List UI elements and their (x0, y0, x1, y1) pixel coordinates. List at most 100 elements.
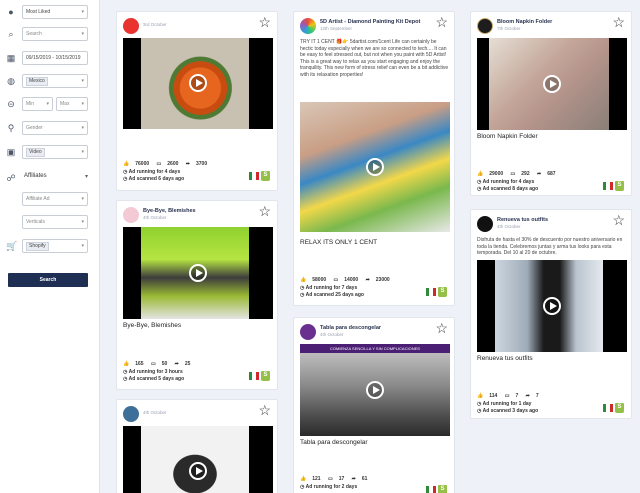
advertiser-name[interactable]: Bloom Napkin Folder (497, 19, 552, 25)
date-range-input[interactable]: 09/15/2019 - 10/15/2019 (22, 51, 88, 65)
ad-scanned: ◷ Ad scanned 5 days ago (123, 376, 184, 383)
ad-video[interactable]: COMIENZA SENCILLA Y SIN COMPLICACIONES (300, 344, 450, 436)
star-icon[interactable]: ☆ (258, 403, 271, 417)
ad-running-text: Ad running for 4 days (482, 179, 535, 185)
play-icon[interactable] (189, 74, 207, 92)
ad-scanned: ◷ Ad scanned 3 days ago (477, 408, 538, 415)
affiliates-label: Affiliates (24, 173, 47, 179)
mexico-flag-icon (249, 372, 259, 380)
star-icon[interactable]: ☆ (258, 15, 271, 29)
ad-card[interactable]: Bloom Napkin Folder 7th October ☆ Bloom … (470, 11, 632, 196)
ad-video[interactable] (477, 38, 627, 130)
advertiser-name[interactable]: 5D Artist - Diamond Painting Kit Depot (320, 19, 420, 25)
star-icon[interactable]: ☆ (435, 15, 448, 29)
ad-running-text: Ad running for 3 hours (128, 369, 183, 375)
ad-description: TRY IT 1 CENT 🎁👉 5dartist.com/1cent Life… (300, 39, 449, 78)
star-icon[interactable]: ☆ (258, 204, 271, 218)
likes-count: 165 (135, 361, 144, 367)
globe-icon: ◍ (7, 76, 15, 86)
like-icon: 👍 (477, 171, 484, 177)
ad-card[interactable]: 4th October ☆ (116, 399, 278, 493)
ad-date: 4th October (143, 215, 167, 220)
star-icon[interactable]: ☆ (612, 15, 625, 29)
search-input[interactable]: Search ▾ (22, 27, 88, 41)
avatar[interactable] (300, 18, 316, 34)
min-input[interactable]: Min ▾ (22, 97, 53, 111)
ad-video[interactable] (477, 260, 627, 352)
card-header: Bloom Napkin Folder 7th October ☆ (477, 15, 625, 36)
advertiser-name[interactable]: Bye-Bye, Blemishes (143, 208, 196, 214)
calendar-icon: ▦ (6, 53, 16, 63)
comments-count: 2600 (167, 161, 179, 167)
ad-video[interactable] (300, 102, 450, 232)
mexico-flag-icon (603, 182, 613, 190)
play-icon[interactable] (366, 158, 384, 176)
gender-select[interactable]: Gender ▾ (22, 121, 88, 135)
max-input[interactable]: Max ▾ (56, 97, 88, 111)
engagement-stats: 👍 114 ▭ 7 ➦ 7 (477, 393, 545, 399)
advertiser-name[interactable]: Tabla para descongelar (320, 325, 381, 331)
ad-title: RELAX ITS ONLY 1 CENT (300, 239, 378, 246)
chevron-down-icon: ▾ (81, 125, 84, 131)
video-banner-text: COMIENZA SENCILLA Y SIN COMPLICACIONES (330, 346, 420, 351)
ad-date: 12th September (320, 26, 353, 31)
ad-card[interactable]: Tabla para descongelar 4th October ☆ COM… (293, 317, 455, 493)
sort-select[interactable]: Most Liked ▾ (22, 5, 88, 19)
avatar[interactable] (477, 216, 493, 232)
avatar[interactable] (477, 18, 493, 34)
play-icon[interactable] (189, 264, 207, 282)
ad-running: ◷ Ad running for 2 days (300, 484, 357, 491)
media-row: ▣ Video ▾ (0, 144, 100, 160)
star-icon[interactable]: ☆ (612, 213, 625, 227)
comment-icon: ▭ (150, 361, 156, 367)
share-icon: ➦ (351, 476, 356, 482)
ad-title: Tabla para descongelar (300, 439, 368, 446)
avatar[interactable] (300, 324, 316, 340)
chevron-down-icon: ▾ (81, 243, 84, 249)
engagement-stats: 👍 165 ▭ 50 ➦ 25 (123, 361, 196, 367)
ad-scanned: ◷ Ad scanned 6 days ago (123, 176, 184, 183)
ad-card[interactable]: Bye-Bye, Blemishes 4th October ☆ Bye-Bye… (116, 200, 278, 390)
like-icon: 👍 (300, 277, 307, 283)
chevron-down-icon[interactable]: ▾ (85, 173, 88, 180)
media-chip[interactable]: Video (26, 148, 45, 157)
gender-icon: ⚲ (7, 123, 15, 133)
ad-card[interactable]: 5D Artist - Diamond Painting Kit Depot 1… (293, 11, 455, 306)
avatar[interactable] (123, 18, 139, 34)
ad-video[interactable] (123, 38, 273, 129)
mexico-flag-icon (426, 288, 436, 296)
media-select[interactable]: Video ▾ (22, 145, 88, 159)
shares-count: 25 (184, 361, 191, 367)
card-badges (249, 171, 271, 181)
date-range-value: 09/15/2019 - 10/15/2019 (26, 55, 81, 61)
ad-running: ◷ Ad running for 4 days (477, 179, 534, 186)
card-header: 4th October ☆ (123, 403, 271, 424)
star-icon[interactable]: ☆ (435, 321, 448, 335)
chevron-down-icon: ▾ (81, 219, 84, 225)
share-icon: ➦ (185, 161, 190, 167)
ad-date: 3rd October (143, 22, 167, 27)
country-select[interactable]: Mexico ▾ (22, 74, 88, 88)
ad-scanned-text: Ad scanned 25 days ago (305, 292, 364, 298)
play-icon[interactable] (366, 381, 384, 399)
platform-chip[interactable]: Shopify (26, 242, 49, 251)
avatar[interactable] (123, 207, 139, 223)
card-badges (603, 403, 625, 413)
ad-video[interactable] (123, 227, 273, 319)
play-icon[interactable] (543, 297, 561, 315)
ad-video[interactable] (123, 426, 273, 493)
verticals-select[interactable]: Verticals ▾ (22, 215, 88, 229)
avatar[interactable] (123, 406, 139, 422)
play-icon[interactable] (189, 462, 207, 480)
advertiser-name[interactable]: Renueva tus outfits (497, 217, 548, 223)
comment-icon: ▭ (504, 393, 510, 399)
search-placeholder: Search (26, 31, 42, 37)
search-button[interactable]: Search (8, 273, 88, 287)
ad-card[interactable]: Renueva tus outfits 4th October ☆ Disfru… (470, 209, 632, 419)
platform-select[interactable]: Shopify ▾ (22, 239, 88, 253)
affiliate-ad-select[interactable]: Affiliate Ad ▾ (22, 192, 88, 206)
likes-count: 121 (312, 476, 321, 482)
play-icon[interactable] (543, 75, 561, 93)
ad-card[interactable]: 3rd October ☆ 👍 76000 ▭ 2600 ➦ 3700 ◷ Ad ru… (116, 11, 278, 191)
country-chip[interactable]: Mexico (26, 77, 48, 86)
